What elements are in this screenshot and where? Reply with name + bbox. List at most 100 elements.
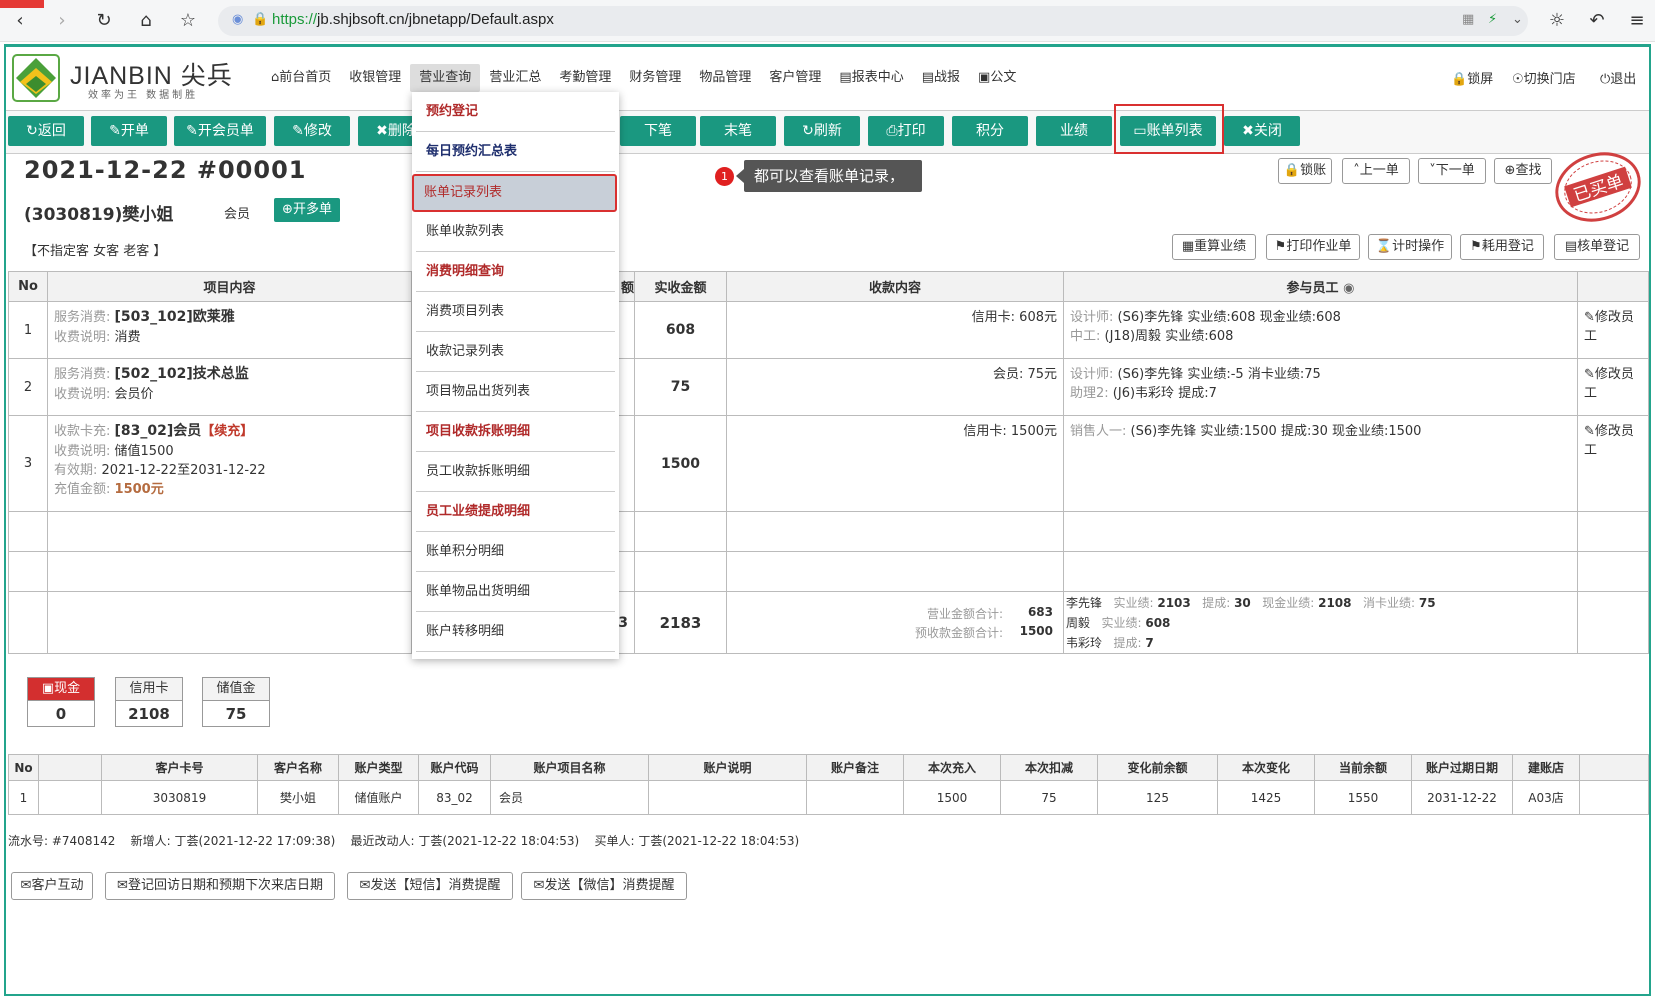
reload-icon[interactable]: ↻ <box>92 9 116 33</box>
menu-item-item-goods-out[interactable]: 项目物品出货列表 <box>416 372 615 412</box>
open-member-order-button[interactable]: ✎开会员单 <box>174 116 266 146</box>
logout-link[interactable]: ⏻退出 <box>1600 68 1636 87</box>
qr-icon[interactable]: ▦ <box>1462 12 1474 27</box>
acct-cell <box>648 780 807 815</box>
nav-cashier[interactable]: 收银管理 <box>340 64 410 92</box>
lock-icon: 🔒 <box>1283 163 1301 178</box>
lock-bill-button[interactable]: 🔒锁账 <box>1278 158 1332 184</box>
nav-goods[interactable]: 物品管理 <box>690 64 760 92</box>
menu-item-staff-split[interactable]: 员工收款拆账明细 <box>416 452 615 492</box>
brightness-icon[interactable]: ☼ <box>1545 9 1569 33</box>
print-button[interactable]: ⎙打印 <box>868 116 944 146</box>
menu-icon[interactable]: ≡ <box>1625 9 1649 33</box>
print-job-button[interactable]: ⚑打印作业单 <box>1266 234 1360 260</box>
verify-register-button[interactable]: ▤核单登记 <box>1554 234 1640 260</box>
find-button[interactable]: ⊕查找 <box>1494 158 1552 184</box>
refresh-icon: ↻ <box>802 123 814 139</box>
open-multi-button[interactable]: ⊕开多单 <box>274 198 340 222</box>
nav-attendance[interactable]: 考勤管理 <box>550 64 620 92</box>
acct-cell: 125 <box>1097 780 1218 815</box>
last-record-button[interactable]: 末笔 <box>700 116 776 146</box>
next-record-button[interactable]: 下笔 <box>620 116 696 146</box>
nav-business-query[interactable]: 营业查询 <box>410 64 481 92</box>
menu-item-account-transfer[interactable]: 账户转移明细 <box>416 612 615 652</box>
refresh-button[interactable]: ↻刷新 <box>784 116 860 146</box>
register-visit-button[interactable]: ✉登记回访日期和预期下次来店日期 <box>105 872 335 900</box>
bolt-icon[interactable]: ⚡ <box>1488 12 1497 27</box>
edit-staff-button[interactable]: ✎修改员工 <box>1577 358 1649 416</box>
step-badge: 1 <box>715 167 734 186</box>
send-sms-reminder-button[interactable]: ✉发送【短信】消费提醒 <box>347 872 513 900</box>
menu-item-bill-payments[interactable]: 账单收款列表 <box>416 212 615 252</box>
chat-icon: ✉ <box>20 878 32 893</box>
back-button[interactable]: ↻返回 <box>8 116 84 146</box>
chat-icon: ✉ <box>359 878 371 893</box>
nav-customers[interactable]: 客户管理 <box>760 64 830 92</box>
menu-item-consumption-items[interactable]: 消费项目列表 <box>416 292 615 332</box>
edit-icon: ✎ <box>186 123 198 139</box>
nav-documents[interactable]: ▣公文 <box>969 64 1025 92</box>
nav-reports[interactable]: ▤报表中心 <box>830 64 912 92</box>
lock-screen-link[interactable]: 🔒锁屏 <box>1451 68 1493 87</box>
browser-toolbar: ‹ › ↻ ⌂ ☆ ◉ 🔒 https://jb.shjbsoft.cn/jbn… <box>0 0 1655 42</box>
acct-col-no: No <box>8 754 39 781</box>
prev-bill-button[interactable]: ˄上一单 <box>1342 158 1410 184</box>
nav-finance[interactable]: 财务管理 <box>620 64 690 92</box>
menu-item-bill-goods-out[interactable]: 账单物品出货明细 <box>416 572 615 612</box>
close-button[interactable]: ✖关闭 <box>1224 116 1300 146</box>
menu-item-consumption-detail[interactable]: 消费明细查询 <box>416 252 615 292</box>
undo-icon[interactable]: ↶ <box>1585 9 1609 33</box>
switch-store-link[interactable]: ☉切换门店 <box>1512 68 1576 87</box>
home-icon[interactable]: ⌂ <box>134 9 158 33</box>
menu-item-bill-points[interactable]: 账单积分明细 <box>416 532 615 572</box>
acct-col-extra <box>1579 754 1649 781</box>
eye-icon[interactable]: ◉ <box>1343 281 1354 296</box>
nav-battle-report[interactable]: ▤战报 <box>913 64 969 92</box>
payment-content: 信用卡: 608元 <box>726 301 1064 359</box>
timer-button[interactable]: ⌛计时操作 <box>1368 234 1452 260</box>
url-text[interactable]: https://jb.shjbsoft.cn/jbnetapp/Default.… <box>272 11 554 28</box>
menu-item-staff-performance[interactable]: 员工业绩提成明细 <box>416 492 615 532</box>
col-payment: 收款内容 <box>726 271 1064 302</box>
modify-button[interactable]: ✎修改 <box>274 116 350 146</box>
send-wechat-reminder-button[interactable]: ✉发送【微信】消费提醒 <box>521 872 687 900</box>
star-icon[interactable]: ☆ <box>176 9 200 33</box>
total-row: 3 2183 营业金额合计: 683 预收款金额合计: 1500 李先锋 实业绩: … <box>8 591 1649 654</box>
open-order-button[interactable]: ✎开单 <box>91 116 167 146</box>
acct-col-note: 账户备注 <box>806 754 904 781</box>
refresh-icon: ↻ <box>26 123 38 139</box>
menu-item-appointment[interactable]: 预约登记 <box>416 92 615 132</box>
acct-cell: A03店 <box>1512 780 1580 815</box>
search-icon: ⊕ <box>1504 163 1516 178</box>
edit-icon: ✎ <box>1584 424 1595 439</box>
performance-button[interactable]: 业绩 <box>1036 116 1112 146</box>
next-bill-button[interactable]: ˅下一单 <box>1418 158 1486 184</box>
nav-home[interactable]: ⌂前台首页 <box>262 64 340 92</box>
edit-icon: ✎ <box>109 123 121 139</box>
consumption-register-button[interactable]: ⚑耗用登记 <box>1460 234 1544 260</box>
acct-cell: 83_02 <box>418 780 491 815</box>
nav-business-summary[interactable]: 营业汇总 <box>480 64 550 92</box>
staff-cell: 设计师: (S6)李先锋 实业绩:-5 消卡业绩:75 助理2: (J6)韦彩玲… <box>1063 358 1578 416</box>
chevron-down-icon[interactable]: ⌄ <box>1512 12 1523 27</box>
power-icon: ⏻ <box>1600 72 1611 87</box>
customer-interaction-button[interactable]: ✉客户互动 <box>11 872 93 900</box>
customer-name[interactable]: (3030819)樊小姐 <box>24 200 173 225</box>
staff-cell: 销售人一: (S6)李先锋 实业绩:1500 提成:30 现金业绩:1500 <box>1063 415 1578 512</box>
forward-icon[interactable]: › <box>50 9 74 33</box>
menu-item-payment-records[interactable]: 收款记录列表 <box>416 332 615 372</box>
menu-item-bill-records[interactable]: 账单记录列表 <box>412 174 617 212</box>
back-icon[interactable]: ‹ <box>8 9 32 33</box>
recalc-performance-button[interactable]: ▦重算业绩 <box>1172 234 1256 260</box>
edit-staff-button[interactable]: ✎修改员工 <box>1577 301 1649 359</box>
print-icon: ⎙ <box>886 123 898 139</box>
menu-item-item-split[interactable]: 项目收款拆账明细 <box>416 412 615 452</box>
edit-icon: ✎ <box>292 123 304 139</box>
staff-cell: 设计师: (S6)李先锋 实业绩:608 现金业绩:608 中工: (J18)周… <box>1063 301 1578 359</box>
list-icon: ▤ <box>1564 239 1578 254</box>
business-query-dropdown: 预约登记 每日预约汇总表 账单记录列表 账单收款列表 消费明细查询 消费项目列表… <box>412 92 619 659</box>
points-button[interactable]: 积分 <box>952 116 1028 146</box>
menu-item-daily-appointment[interactable]: 每日预约汇总表 <box>416 132 615 172</box>
table-row: 3 收款卡充: [83_02]会员【续充】 收费说明: 储值1500 有效期: … <box>8 415 1649 512</box>
edit-staff-button[interactable]: ✎修改员工 <box>1577 415 1649 512</box>
